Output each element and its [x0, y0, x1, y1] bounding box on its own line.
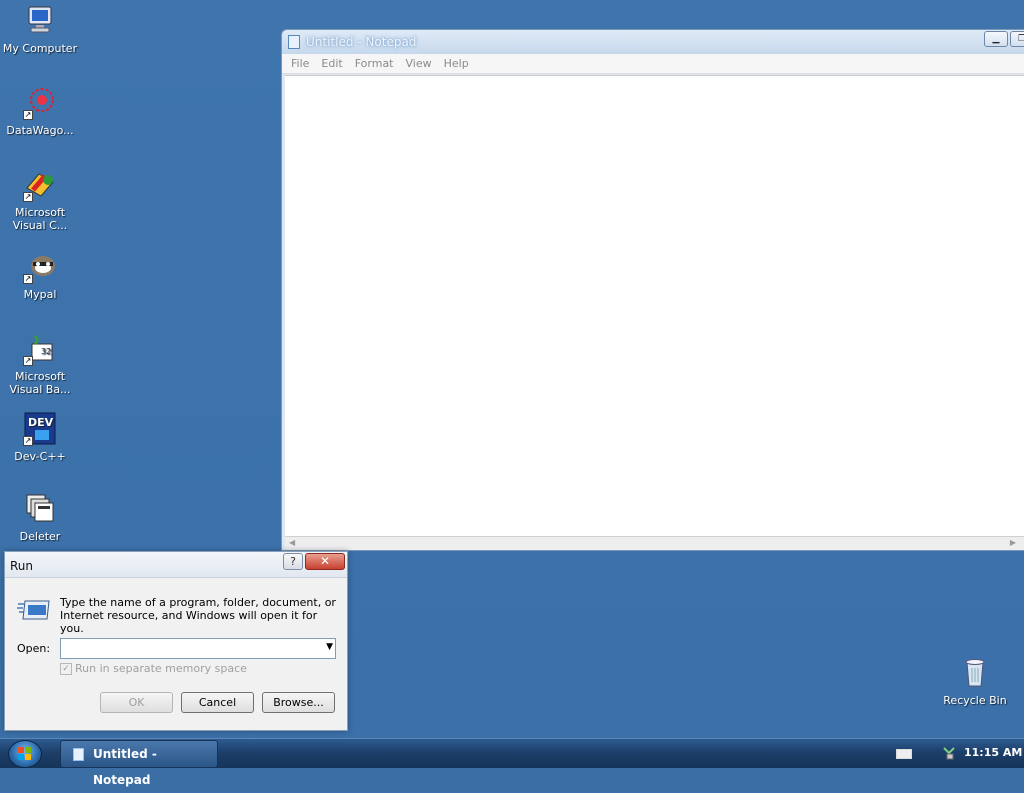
separate-memory-label: Run in separate memory space	[75, 662, 247, 675]
clock[interactable]: 11:15 AM	[964, 746, 1022, 759]
taskbar-item-label: Untitled - Notepad	[93, 747, 157, 787]
menu-format[interactable]: Format	[349, 57, 400, 70]
run-icon	[17, 598, 51, 622]
caption-buttons: ▁ ❐ ✕	[984, 31, 1024, 47]
visual-cpp-icon: ↗	[23, 168, 57, 202]
restore-button[interactable]: ❐	[1010, 31, 1024, 47]
scroll-left-icon[interactable]: ◀	[289, 538, 295, 547]
visual-basic-icon: 32 ↗	[23, 332, 57, 366]
open-combobox[interactable]: ▼	[60, 638, 336, 659]
keyboard-icon[interactable]	[896, 749, 912, 759]
menu-file[interactable]: File	[285, 57, 315, 70]
svg-text:DEV: DEV	[28, 416, 54, 429]
notepad-icon	[288, 35, 300, 49]
run-description: Type the name of a program, folder, docu…	[60, 596, 336, 635]
datawagon-icon: ↗	[23, 86, 57, 120]
desktop-icon-label: Microsoft Visual C...	[12, 206, 68, 232]
start-button[interactable]	[8, 740, 42, 768]
menu-view[interactable]: View	[400, 57, 438, 70]
notepad-menubar: File Edit Format View Help	[282, 54, 1024, 74]
desktop-icon-label: My Computer	[2, 42, 78, 55]
mypal-icon: ↗	[23, 250, 57, 284]
minimize-button[interactable]: ▁	[984, 31, 1008, 47]
notepad-text-area[interactable]	[285, 75, 1024, 536]
shortcut-arrow-icon: ↗	[23, 436, 33, 446]
ok-button: OK	[100, 692, 173, 713]
taskbar: Untitled - Notepad 11:15 AM	[0, 738, 1024, 787]
shortcut-arrow-icon: ↗	[23, 356, 33, 366]
notepad-titlebar[interactable]: Untitled - Notepad ▁ ❐ ✕	[282, 30, 1024, 54]
devcpp-icon: DEV ↗	[23, 412, 57, 446]
cancel-button[interactable]: Cancel	[181, 692, 254, 713]
notepad-window[interactable]: Untitled - Notepad ▁ ❐ ✕ File Edit Forma…	[281, 29, 1024, 551]
desktop-icon-datawagon[interactable]: ↗ DataWago...	[0, 86, 80, 137]
desktop-icon-label: Dev-C++	[14, 450, 66, 463]
menu-edit[interactable]: Edit	[315, 57, 348, 70]
notepad-title: Untitled - Notepad	[306, 35, 417, 49]
menu-help[interactable]: Help	[438, 57, 475, 70]
help-button[interactable]: ?	[283, 553, 303, 570]
desktop: My Computer ↗ DataWago... ↗ Microsoft Vi…	[0, 0, 1024, 738]
chevron-down-icon[interactable]: ▼	[326, 642, 333, 652]
close-button[interactable]: ✕	[305, 553, 345, 570]
desktop-icon-visual-basic[interactable]: 32 ↗ Microsoft Visual Ba...	[0, 332, 80, 396]
shortcut-arrow-icon: ↗	[23, 274, 33, 284]
windows-logo-icon	[18, 747, 31, 760]
desktop-icon-my-computer[interactable]: My Computer	[0, 4, 80, 55]
desktop-icon-mypal[interactable]: ↗ Mypal	[0, 250, 80, 301]
open-input[interactable]	[61, 639, 311, 658]
run-title: Run	[10, 559, 34, 573]
computer-icon	[23, 4, 57, 38]
notepad-icon	[73, 748, 84, 761]
svg-text:32: 32	[41, 347, 51, 356]
desktop-icon-label: DataWago...	[6, 124, 74, 137]
desktop-icon-label: Mypal	[23, 288, 57, 301]
desktop-icon-deleter[interactable]: Deleter	[0, 492, 80, 543]
run-dialog[interactable]: Run ? ✕ Type the name of a program, fold…	[4, 551, 348, 731]
desktop-icon-label: Deleter	[19, 530, 61, 543]
desktop-icon-recycle-bin[interactable]: Recycle Bin	[935, 656, 1015, 707]
shortcut-arrow-icon: ↗	[23, 192, 33, 202]
open-label: Open:	[17, 642, 51, 655]
deleter-icon	[23, 492, 57, 526]
desktop-icon-devcpp[interactable]: DEV ↗ Dev-C++	[0, 412, 80, 463]
separate-memory-checkbox: ✓	[60, 662, 72, 675]
desktop-icon-visual-cpp[interactable]: ↗ Microsoft Visual C...	[0, 168, 80, 232]
run-titlebar[interactable]: Run ? ✕	[5, 552, 347, 578]
taskbar-item-notepad[interactable]: Untitled - Notepad	[60, 740, 218, 787]
network-icon[interactable]	[942, 746, 956, 760]
scroll-right-icon[interactable]: ▶	[1010, 538, 1016, 547]
recycle-bin-icon	[958, 656, 992, 690]
separate-memory-option: ✓ Run in separate memory space	[60, 662, 247, 675]
browse-button[interactable]: Browse...	[262, 692, 335, 713]
horizontal-scrollbar[interactable]: ◀ ▶	[285, 536, 1024, 550]
shortcut-arrow-icon: ↗	[23, 110, 33, 120]
desktop-icon-label: Microsoft Visual Ba...	[9, 370, 71, 396]
desktop-icon-label: Recycle Bin	[943, 694, 1007, 707]
